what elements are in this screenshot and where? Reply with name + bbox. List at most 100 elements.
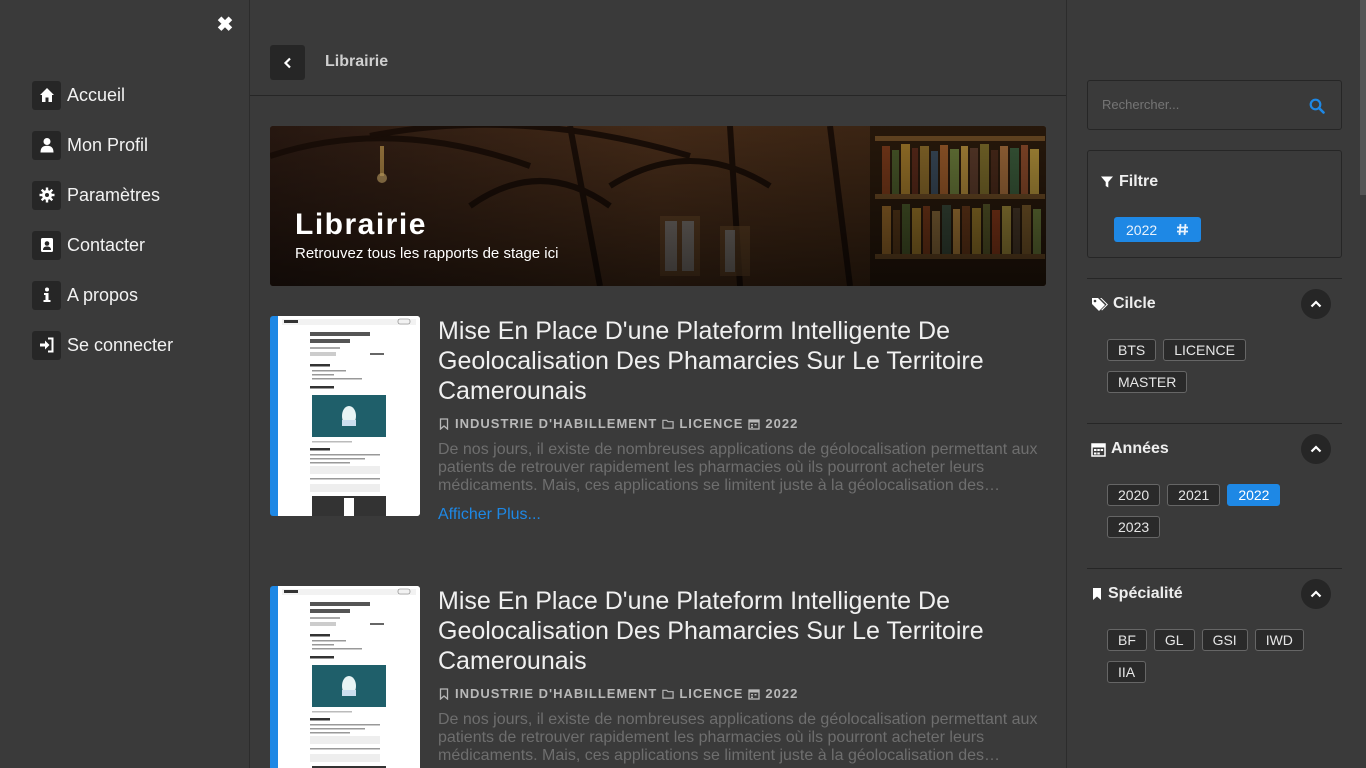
sidebar-item-apropos[interactable]: A propos — [32, 280, 173, 310]
cycle-tags: BTS LICENCE MASTER — [1107, 339, 1327, 393]
calendar-icon — [1091, 442, 1106, 457]
active-filter-label: 2022 — [1126, 221, 1158, 238]
sidebar-nav: Accueil Mon Profil Paramètres Contacter … — [32, 80, 173, 380]
bookmark-icon — [438, 687, 450, 700]
years-section: Années 2020 2021 2022 2023 — [1087, 423, 1342, 569]
active-filter-chip[interactable]: 2022 — [1114, 217, 1201, 242]
gear-icon — [32, 180, 61, 210]
show-more-link[interactable]: Afficher Plus... — [438, 506, 541, 524]
report-description: De nos jours, il existe de nombreuses ap… — [438, 711, 1038, 764]
tag-master[interactable]: MASTER — [1107, 371, 1188, 393]
library-banner: Librairie Retrouvez tous les rapports de… — [270, 126, 1046, 286]
report-thumbnail[interactable] — [270, 586, 420, 768]
report-cycle: LICENCE — [679, 416, 744, 431]
close-icon[interactable]: ✖ — [216, 15, 234, 35]
sidebar-item-profil[interactable]: Mon Profil — [32, 130, 173, 160]
report-card[interactable]: Mise En Place D'une Plateform Intelligen… — [270, 586, 1046, 768]
collapse-button[interactable] — [1301, 579, 1331, 609]
report-description: De nos jours, il existe de nombreuses ap… — [438, 441, 1038, 494]
collapse-button[interactable] — [1301, 434, 1331, 464]
hashtag-icon[interactable] — [1176, 223, 1189, 236]
contact-icon — [32, 230, 61, 260]
sidebar-item-accueil[interactable]: Accueil — [32, 80, 173, 110]
years-heading: Années — [1091, 440, 1169, 458]
tag-gsi[interactable]: GSI — [1201, 629, 1248, 651]
sidebar-item-label: Contacter — [67, 234, 146, 255]
report-title[interactable]: Mise En Place D'une Plateform Intelligen… — [438, 586, 1038, 676]
speciality-tags: BF GL GSI IWD IIA — [1107, 629, 1327, 683]
tag-bts[interactable]: BTS — [1107, 339, 1157, 361]
main-content: Librairie Librairie Retrouvez tous les r… — [250, 0, 1067, 768]
back-button[interactable] — [270, 45, 305, 80]
app: ✖ Accueil Mon Profil Paramètres Contacte… — [0, 0, 1366, 768]
tag-bf[interactable]: BF — [1107, 629, 1147, 651]
chevron-left-icon — [283, 57, 291, 68]
bookmark-icon — [438, 417, 450, 430]
report-card[interactable]: Mise En Place D'une Plateform Intelligen… — [270, 316, 1046, 523]
tag-2021[interactable]: 2021 — [1167, 484, 1221, 506]
sidebar-item-parametres[interactable]: Paramètres — [32, 180, 173, 210]
top-bar: Librairie — [250, 0, 1066, 96]
cycle-title: Cilcle — [1113, 295, 1156, 312]
folder-icon — [662, 688, 674, 700]
user-icon — [32, 130, 61, 160]
report-year: 2022 — [765, 686, 799, 701]
report-meta: INDUSTRIE D'HABILLEMENT LICENCE 2022 — [438, 416, 798, 431]
library-banner-image — [270, 126, 1046, 286]
banner-subtitle: Retrouvez tous les rapports de stage ici — [295, 245, 559, 262]
sidebar-item-contacter[interactable]: Contacter — [32, 230, 173, 260]
tag-2023[interactable]: 2023 — [1107, 516, 1161, 538]
bookmark-icon — [1093, 588, 1101, 600]
sidebar: ✖ Accueil Mon Profil Paramètres Contacte… — [0, 0, 250, 768]
report-speciality: INDUSTRIE D'HABILLEMENT — [455, 686, 658, 701]
sign-in-icon — [32, 330, 61, 360]
report-speciality: INDUSTRIE D'HABILLEMENT — [455, 416, 658, 431]
report-title[interactable]: Mise En Place D'une Plateform Intelligen… — [438, 316, 1038, 406]
collapse-button[interactable] — [1301, 289, 1331, 319]
speciality-section: Spécialité BF GL GSI IWD IIA — [1087, 568, 1342, 714]
sidebar-item-label: Accueil — [67, 84, 126, 105]
tag-iwd[interactable]: IWD — [1254, 629, 1304, 651]
years-title: Années — [1111, 440, 1169, 457]
tag-iia[interactable]: IIA — [1107, 661, 1147, 683]
cycle-section: Cilcle BTS LICENCE MASTER — [1087, 278, 1342, 424]
chevron-up-icon — [1310, 300, 1322, 308]
chevron-up-icon — [1310, 445, 1322, 453]
page-title: Librairie — [325, 53, 389, 70]
speciality-heading: Spécialité — [1091, 585, 1183, 603]
sidebar-item-label: Se connecter — [67, 334, 174, 355]
filter-sidebar: Filtre 2022 Cilcle BTS LICENCE MASTER — [1067, 0, 1366, 768]
report-year: 2022 — [765, 416, 799, 431]
speciality-title: Spécialité — [1108, 585, 1183, 602]
tag-2020[interactable]: 2020 — [1107, 484, 1161, 506]
sidebar-item-label: Mon Profil — [67, 134, 149, 155]
search-input[interactable] — [1102, 97, 1292, 112]
report-meta: INDUSTRIE D'HABILLEMENT LICENCE 2022 — [438, 686, 798, 701]
tag-licence[interactable]: LICENCE — [1163, 339, 1246, 361]
report-cycle: LICENCE — [679, 686, 744, 701]
filter-title: Filtre — [1119, 173, 1159, 190]
cycle-heading: Cilcle — [1091, 295, 1156, 313]
year-tags: 2020 2021 2022 2023 — [1107, 484, 1327, 538]
report-thumbnail[interactable] — [270, 316, 420, 516]
calendar-icon — [748, 418, 761, 430]
sidebar-item-label: Paramètres — [67, 184, 161, 205]
info-icon — [32, 280, 61, 310]
filter-heading: Filtre — [1100, 173, 1158, 191]
search-box — [1087, 80, 1342, 130]
chevron-up-icon — [1310, 590, 1322, 598]
active-filters: Filtre 2022 — [1087, 150, 1342, 258]
sidebar-item-label: A propos — [67, 284, 139, 305]
tags-icon — [1092, 297, 1108, 311]
folder-icon — [662, 418, 674, 430]
calendar-icon — [748, 688, 761, 700]
search-icon[interactable] — [1309, 98, 1325, 114]
scrollbar[interactable] — [1360, 0, 1366, 768]
home-icon — [32, 80, 61, 110]
sidebar-item-seconnecter[interactable]: Se connecter — [32, 330, 173, 360]
tag-gl[interactable]: GL — [1153, 629, 1195, 651]
filter-icon — [1101, 176, 1113, 188]
tag-2022[interactable]: 2022 — [1227, 484, 1281, 506]
scrollbar-thumb[interactable] — [1360, 0, 1366, 195]
banner-title: Librairie — [295, 208, 427, 241]
